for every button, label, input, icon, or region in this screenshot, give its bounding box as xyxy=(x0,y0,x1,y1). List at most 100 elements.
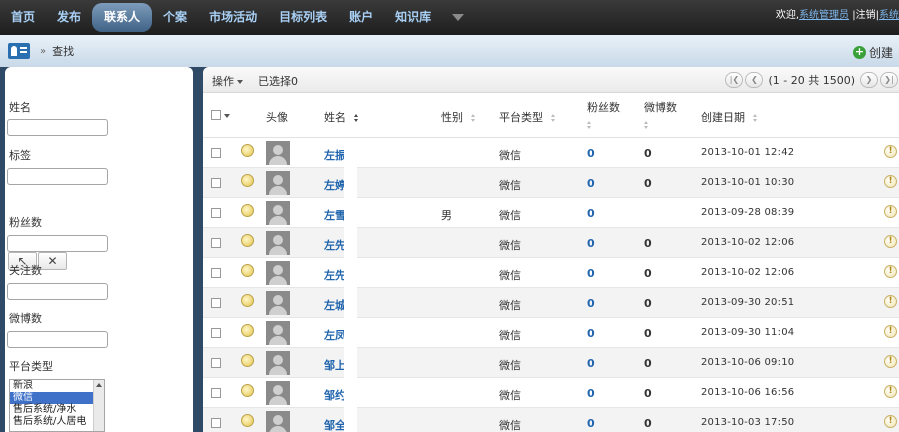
nav-more-chevron-icon[interactable] xyxy=(452,14,465,21)
system-link[interactable]: 系统 xyxy=(879,10,899,21)
contact-name-link[interactable]: 左婷 xyxy=(324,177,344,193)
last-page-button[interactable]: ❯| xyxy=(880,72,898,88)
table-row[interactable]: 左雪 男 微信 0 2013-09-28 08:39! xyxy=(203,198,899,228)
row-checkbox[interactable] xyxy=(211,358,221,368)
col-created[interactable]: 创建日期 xyxy=(701,109,758,125)
contact-name-link[interactable]: 邹上 xyxy=(324,357,344,373)
contact-name-link[interactable]: 左凤 xyxy=(324,327,344,343)
platform-option-selected[interactable]: 微信 xyxy=(10,392,104,404)
prev-page-button[interactable]: ❮ xyxy=(745,72,764,88)
fans-input[interactable] xyxy=(7,235,108,252)
info-icon[interactable]: ! xyxy=(884,145,897,158)
nav-knowledge-base[interactable]: 知识库 xyxy=(384,0,442,35)
col-platform[interactable]: 平台类型 xyxy=(499,109,556,125)
col-name[interactable]: 姓名 xyxy=(324,109,359,125)
platform-option[interactable]: 售后系统/净水 xyxy=(10,404,104,416)
sort-icon[interactable] xyxy=(354,114,359,122)
listbox-scrollbar[interactable] xyxy=(93,380,104,431)
row-checkbox[interactable] xyxy=(211,418,221,428)
platform-listbox[interactable]: 新浪 微信 售后系统/净水 售后系统/人居电 xyxy=(9,379,105,432)
edit-icon[interactable] xyxy=(241,264,254,277)
contact-name-link[interactable]: 邹全 xyxy=(324,417,344,432)
row-checkbox[interactable] xyxy=(211,298,221,308)
info-icon[interactable]: ! xyxy=(884,265,897,278)
first-page-button[interactable]: |❮ xyxy=(725,72,744,88)
follow-label: 关注数 xyxy=(9,264,42,277)
contact-name-link[interactable]: 左城 xyxy=(324,297,344,313)
table-row[interactable]: 邹全 微信 0 0 2013-10-03 17:50! xyxy=(203,408,899,432)
nav-contacts[interactable]: 联系人 xyxy=(92,3,153,32)
nav-publish[interactable]: 发布 xyxy=(46,0,92,35)
table-row[interactable]: 左先 微信 0 0 2013-10-02 12:06! xyxy=(203,228,899,258)
contact-name-link[interactable]: 左振 xyxy=(324,147,344,163)
logout-link[interactable]: 注销 xyxy=(856,10,876,21)
avatar xyxy=(266,171,290,195)
scroll-up-arrow-icon[interactable] xyxy=(96,383,102,387)
row-checkbox[interactable] xyxy=(211,328,221,338)
user-link[interactable]: 系统管理员 xyxy=(799,10,849,21)
row-checkbox[interactable] xyxy=(211,178,221,188)
col-gender[interactable]: 性别 xyxy=(441,109,476,125)
row-checkbox[interactable] xyxy=(211,148,221,158)
edit-icon[interactable] xyxy=(241,174,254,187)
platform-cell: 微信 xyxy=(499,359,521,372)
info-icon[interactable]: ! xyxy=(884,205,897,218)
sort-icon[interactable] xyxy=(587,121,592,129)
tag-clear-button[interactable]: ✕ xyxy=(38,252,67,270)
edit-icon[interactable] xyxy=(241,234,254,247)
contact-name-link[interactable]: 左先 xyxy=(324,267,344,283)
select-all-checkbox[interactable] xyxy=(211,110,221,120)
nav-cases[interactable]: 个案 xyxy=(152,0,198,35)
row-checkbox[interactable] xyxy=(211,238,221,248)
table-row[interactable]: 左振 微信 0 0 2013-10-01 12:42! xyxy=(203,138,899,168)
next-page-button[interactable]: ❯ xyxy=(860,72,878,88)
table-row[interactable]: 左婷 微信 0 0 2013-10-01 10:30! xyxy=(203,168,899,198)
edit-icon[interactable] xyxy=(241,384,254,397)
tag-input[interactable] xyxy=(7,168,108,185)
col-fans[interactable]: 粉丝数 xyxy=(587,99,620,129)
table-row[interactable]: 左凤 微信 0 0 2013-09-30 11:04! xyxy=(203,318,899,348)
platform-option[interactable]: 新浪 xyxy=(10,380,104,392)
row-checkbox[interactable] xyxy=(211,388,221,398)
nav-target-lists[interactable]: 目标列表 xyxy=(268,0,338,35)
contact-name-link[interactable]: 左雪 xyxy=(324,207,344,223)
nav-campaigns[interactable]: 市场活动 xyxy=(198,0,268,35)
sort-icon[interactable] xyxy=(551,114,556,122)
edit-icon[interactable] xyxy=(241,204,254,217)
contact-name-link[interactable]: 邹约 xyxy=(324,387,344,403)
info-icon[interactable]: ! xyxy=(884,325,897,338)
col-weibo[interactable]: 微博数 xyxy=(644,99,677,129)
nav-home[interactable]: 首页 xyxy=(0,0,46,35)
operations-dropdown[interactable]: 操作 xyxy=(212,73,243,89)
info-icon[interactable]: ! xyxy=(884,415,897,428)
info-icon[interactable]: ! xyxy=(884,175,897,188)
sort-icon[interactable] xyxy=(753,114,758,122)
edit-icon[interactable] xyxy=(241,144,254,157)
weibo-input[interactable] xyxy=(7,331,108,348)
edit-icon[interactable] xyxy=(241,294,254,307)
table-row[interactable]: 邹约 微信 0 0 2013-10-06 16:56! xyxy=(203,378,899,408)
table-row[interactable]: 左城 微信 0 0 2013-09-30 20:51! xyxy=(203,288,899,318)
sort-icon[interactable] xyxy=(471,114,476,122)
sort-icon[interactable] xyxy=(644,121,649,129)
edit-icon[interactable] xyxy=(241,414,254,427)
edit-icon[interactable] xyxy=(241,354,254,367)
follow-input[interactable] xyxy=(7,283,108,300)
row-checkbox[interactable] xyxy=(211,268,221,278)
name-input[interactable] xyxy=(7,119,108,136)
table-row[interactable]: 左先 微信 0 0 2013-10-02 12:06! xyxy=(203,258,899,288)
nav-accounts[interactable]: 账户 xyxy=(338,0,384,35)
platform-option[interactable]: 售后系统/人居电 xyxy=(10,416,104,428)
table-row[interactable]: 邹上 微信 0 0 2013-10-06 09:10! xyxy=(203,348,899,378)
edit-icon[interactable] xyxy=(241,324,254,337)
info-icon[interactable]: ! xyxy=(884,235,897,248)
info-icon[interactable]: ! xyxy=(884,355,897,368)
contacts-card-icon xyxy=(8,43,30,59)
create-button[interactable]: + 创建 xyxy=(852,44,893,61)
contact-name-link[interactable]: 左先 xyxy=(324,237,344,253)
select-menu-caret-icon[interactable] xyxy=(224,114,230,118)
info-icon[interactable]: ! xyxy=(884,295,897,308)
row-checkbox[interactable] xyxy=(211,208,221,218)
info-icon[interactable]: ! xyxy=(884,385,897,398)
created-date-cell: 2013-09-28 08:39 xyxy=(701,207,795,218)
